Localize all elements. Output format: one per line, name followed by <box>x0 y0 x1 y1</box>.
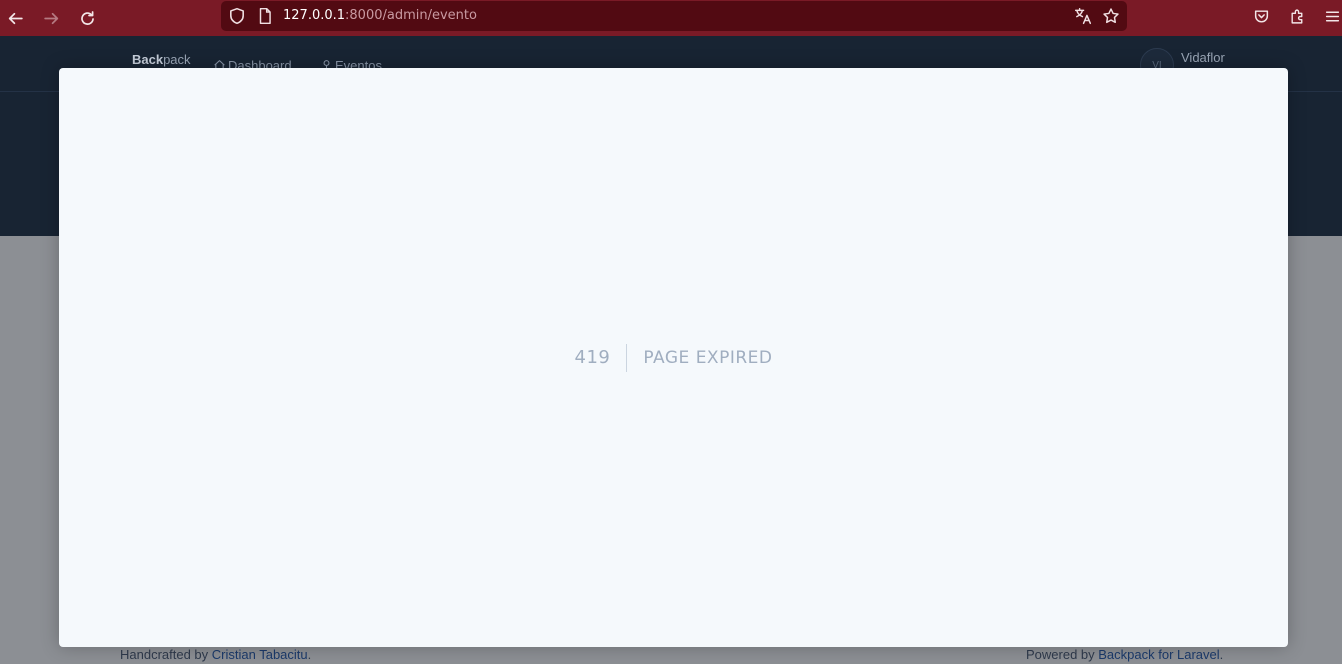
browser-toolbar: 127.0.0.1:8000/admin/evento <box>0 0 1342 36</box>
footer-left-suffix: . <box>307 647 312 662</box>
error-modal: 419 Page Expired <box>59 68 1288 647</box>
url-path: :8000/admin/evento <box>345 8 477 23</box>
url-host: 127.0.0.1 <box>283 8 346 23</box>
footer-right-suffix: . <box>1219 647 1224 662</box>
pocket-icon <box>1254 9 1268 23</box>
reload-button[interactable] <box>72 3 102 33</box>
brand-bold: Back <box>132 52 164 67</box>
brand-rest: pack <box>163 52 191 67</box>
footer-right-prefix: Powered by <box>1026 647 1099 662</box>
footer-left-prefix: Handcrafted by <box>120 647 212 662</box>
footer-backpack-link[interactable]: Backpack for Laravel <box>1098 647 1219 662</box>
pocket-button[interactable] <box>1249 4 1273 28</box>
translate-icon[interactable] <box>1074 7 1092 25</box>
puzzle-icon <box>1290 9 1302 24</box>
back-button[interactable] <box>0 3 30 33</box>
page-icon[interactable] <box>256 7 274 25</box>
arrow-right-icon <box>43 12 58 24</box>
arrow-left-icon <box>8 12 23 24</box>
reload-icon <box>80 10 94 25</box>
user-name[interactable]: Vidaflor <box>1181 50 1225 65</box>
url-text[interactable]: 127.0.0.1:8000/admin/evento <box>283 8 477 23</box>
footer-left: Handcrafted by Cristian Tabacitu. <box>120 647 311 664</box>
forward-button[interactable] <box>36 3 66 33</box>
error-message: Page Expired <box>643 347 773 368</box>
hamburger-icon <box>1325 11 1339 21</box>
error-code: 419 <box>575 343 628 372</box>
brand-logo[interactable]: Backpack <box>132 52 191 67</box>
error-content: 419 Page Expired <box>59 68 1288 647</box>
bookmark-star-icon[interactable] <box>1102 7 1120 25</box>
url-bar[interactable]: 127.0.0.1:8000/admin/evento <box>221 1 1127 31</box>
footer-author-link[interactable]: Cristian Tabacitu <box>212 647 308 662</box>
footer-right: Powered by Backpack for Laravel. <box>1026 647 1223 664</box>
menu-button[interactable] <box>1320 4 1342 28</box>
extensions-button[interactable] <box>1285 4 1309 28</box>
shield-icon[interactable] <box>228 7 246 25</box>
